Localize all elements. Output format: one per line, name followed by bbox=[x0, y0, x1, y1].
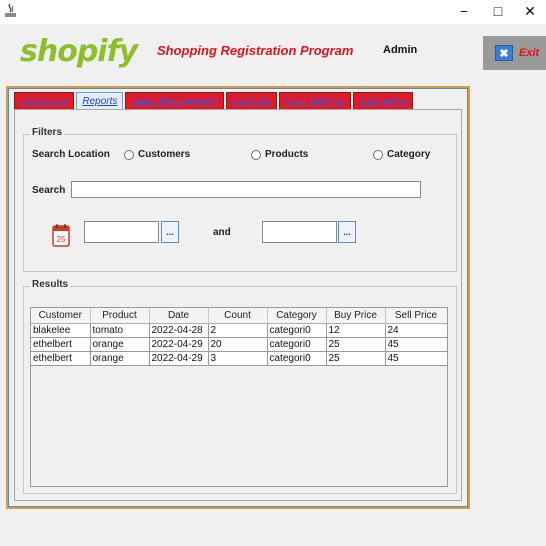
java-app-icon bbox=[5, 3, 16, 17]
column-header-buy-price[interactable]: Buy Price bbox=[326, 308, 386, 324]
cell-date: 2022-04-29 bbox=[149, 337, 209, 352]
close-window-button[interactable]: ✕ bbox=[514, 0, 546, 22]
table-row[interactable]: ethelbert orange 2022-04-29 3 categori0 … bbox=[31, 351, 447, 366]
tab-sales-management[interactable]: Sales Management bbox=[125, 92, 224, 110]
results-table: Customer Product Date Count Category Buy… bbox=[31, 308, 447, 366]
radio-customers[interactable]: Customers bbox=[124, 149, 190, 160]
radio-label: Customers bbox=[138, 149, 191, 160]
cell-category: categori0 bbox=[267, 323, 327, 338]
calendar-icon: 25 bbox=[52, 224, 70, 247]
column-header-count[interactable]: Count bbox=[208, 308, 268, 324]
filters-legend: Filters bbox=[30, 127, 65, 138]
app-header: shopify Shopping Registration Program Ad… bbox=[0, 24, 546, 84]
cell-buy-price: 12 bbox=[326, 323, 386, 338]
table-row[interactable]: ethelbert orange 2022-04-29 20 categori0… bbox=[31, 337, 447, 352]
table-header-row: Customer Product Date Count Category Buy… bbox=[31, 308, 447, 324]
radio-label: Products bbox=[265, 149, 309, 160]
date-from-field[interactable] bbox=[84, 221, 159, 243]
window-titlebar: − □ ✕ bbox=[0, 0, 546, 24]
column-header-customer[interactable]: Customer bbox=[31, 308, 91, 324]
tab-user-settings[interactable]: User Settings bbox=[279, 92, 352, 110]
radio-label: Category bbox=[387, 149, 431, 160]
results-table-container[interactable]: Customer Product Date Count Category Buy… bbox=[30, 307, 448, 487]
cell-buy-price: 25 bbox=[326, 351, 386, 366]
minimize-button[interactable]: − bbox=[448, 0, 480, 22]
exit-label: Exit bbox=[519, 47, 540, 59]
radio-products[interactable]: Products bbox=[251, 149, 308, 160]
cell-count: 2 bbox=[208, 323, 268, 338]
cell-buy-price: 25 bbox=[326, 337, 386, 352]
cell-customer: ethelbert bbox=[31, 337, 91, 352]
radio-circle bbox=[124, 149, 134, 160]
cell-product: orange bbox=[90, 337, 150, 352]
cell-product: tomato bbox=[90, 323, 150, 338]
maximize-button[interactable]: □ bbox=[482, 0, 514, 22]
app-title: Shopping Registration Program bbox=[157, 43, 354, 58]
cell-date: 2022-04-29 bbox=[149, 351, 209, 366]
column-header-date[interactable]: Date bbox=[149, 308, 209, 324]
calendar-day: 25 bbox=[57, 235, 66, 244]
column-header-sell-price[interactable]: Sell Price bbox=[385, 308, 447, 324]
tab-products[interactable]: Products bbox=[225, 92, 278, 110]
cell-product: orange bbox=[90, 351, 150, 366]
tab-categories[interactable]: Categories bbox=[353, 92, 414, 110]
table-row[interactable]: blakelee tomato 2022-04-28 2 categori0 1… bbox=[31, 323, 447, 338]
tab-customers[interactable]: Customers bbox=[14, 92, 75, 110]
and-label: and bbox=[213, 227, 231, 238]
column-header-product[interactable]: Product bbox=[90, 308, 150, 324]
cell-sell-price: 45 bbox=[385, 337, 447, 352]
tab-reports[interactable]: Reports bbox=[76, 92, 124, 110]
column-header-category[interactable]: Category bbox=[267, 308, 327, 324]
cell-count: 20 bbox=[208, 337, 268, 352]
search-label: Search bbox=[32, 185, 66, 196]
exit-button[interactable]: ✖ Exit bbox=[483, 36, 546, 70]
radio-circle bbox=[251, 149, 261, 160]
search-location-label: Search Location bbox=[32, 149, 110, 160]
radio-circle bbox=[373, 149, 383, 160]
date-from-picker-button[interactable]: ... bbox=[161, 221, 179, 243]
cell-customer: blakelee bbox=[31, 323, 91, 338]
shopify-logo: shopify bbox=[20, 34, 138, 69]
exit-icon: ✖ bbox=[495, 45, 513, 61]
cell-count: 3 bbox=[208, 351, 268, 366]
cell-sell-price: 24 bbox=[385, 323, 447, 338]
filters-group: Filters Search Location Customers Produc… bbox=[23, 127, 457, 272]
date-to-picker-button[interactable]: ... bbox=[338, 221, 356, 243]
results-legend: Results bbox=[30, 279, 71, 290]
cell-sell-price: 45 bbox=[385, 351, 447, 366]
results-group: Results Customer Product Date Count Cate… bbox=[23, 279, 457, 494]
cell-date: 2022-04-28 bbox=[149, 323, 209, 338]
date-to-field[interactable] bbox=[262, 221, 337, 243]
main-panel: Customers Reports Sales Management Produ… bbox=[6, 86, 470, 509]
tab-bar: Customers Reports Sales Management Produ… bbox=[14, 92, 415, 110]
logged-in-user: Admin bbox=[383, 44, 418, 56]
cell-category: categori0 bbox=[267, 351, 327, 366]
cell-customer: ethelbert bbox=[31, 351, 91, 366]
radio-category[interactable]: Category bbox=[373, 149, 430, 160]
cell-category: categori0 bbox=[267, 337, 327, 352]
reports-tab-content: Filters Search Location Customers Produc… bbox=[14, 109, 462, 501]
search-input[interactable] bbox=[71, 181, 421, 198]
